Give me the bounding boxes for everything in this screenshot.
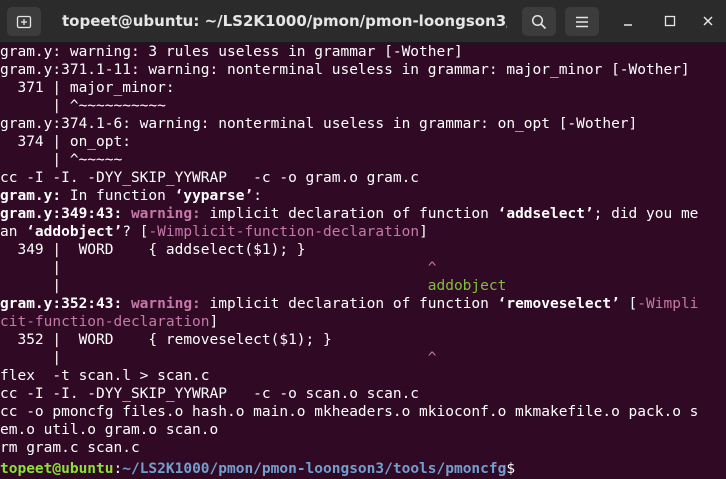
output-line: cc -o pmoncfg files.o hash.o main.o mkhe… — [0, 404, 699, 420]
output-line: gram.y: In function ‘yyparse’: — [0, 187, 726, 205]
search-icon — [531, 14, 547, 29]
close-button[interactable] — [697, 10, 719, 32]
search-button[interactable] — [522, 7, 556, 36]
function-name: ‘yyparse’ — [174, 188, 254, 204]
warning-label: warning: — [122, 296, 201, 312]
output-line: cit-function-declaration] — [0, 313, 726, 331]
warning-flag: -Wimplicit-function-declaration — [148, 224, 420, 240]
file-ref: gram.y: — [0, 188, 62, 204]
minimize-button[interactable] — [617, 10, 639, 32]
output-line: gram.y:371.1-11: warning: nonterminal us… — [0, 62, 690, 78]
hamburger-menu-icon — [576, 16, 588, 27]
close-icon — [703, 16, 713, 26]
output-line: an ‘addobject’? [-Wimplicit-function-dec… — [0, 223, 726, 241]
prompt-path: ~/LS2K1000/pmon/pmon-loongson3/tools/pmo… — [122, 461, 507, 477]
output-line: | addobject — [0, 277, 726, 295]
output-line: 374 | on_opt: — [0, 134, 131, 150]
output-line: 352 | WORD { removeselect($1); } — [0, 332, 332, 348]
maximize-button[interactable] — [659, 10, 681, 32]
output-line: flex -t scan.l > scan.c — [0, 368, 210, 384]
gutter: | — [0, 260, 428, 276]
message-text: ] — [419, 224, 428, 240]
output-line: cc -I -I. -DYY_SKIP_YYWRAP -c -o gram.o … — [0, 170, 420, 186]
new-tab-icon — [16, 15, 32, 28]
title-bar: topeet@ubuntu: ~/LS2K1000/pmon/pmon-loon… — [0, 0, 726, 43]
output-line: | ^ — [0, 259, 726, 277]
warning-flag: -Wimpli — [637, 296, 699, 312]
message-text: [ — [619, 296, 638, 312]
prompt-user: topeet@ubuntu — [0, 461, 114, 477]
terminal-output[interactable]: gram.y: warning: 3 rules useless in gram… — [0, 43, 726, 479]
output-line: | ^~~~~~ — [0, 152, 123, 168]
fixit-hint: addobject — [427, 278, 507, 294]
output-line: gram.y:349:43: warning: implicit declara… — [0, 205, 726, 223]
gutter: | — [0, 278, 428, 294]
output-line: gram.y: warning: 3 rules useless in gram… — [0, 44, 463, 60]
output-line: cc -I -I. -DYY_SKIP_YYWRAP -c -o scan.o … — [0, 386, 420, 402]
file-ref: gram.y:349:43: — [0, 206, 123, 222]
output-line: | ^~~~~~~~~~~ — [0, 98, 166, 114]
prompt-separator: : — [113, 461, 123, 477]
caret-marker: ^ — [427, 350, 437, 366]
menu-button[interactable] — [565, 7, 599, 36]
output-line: | ^ — [0, 349, 726, 367]
output-line: gram.y:374.1-6: warning: nonterminal use… — [0, 116, 638, 132]
message-text: an — [0, 224, 27, 240]
output-line: 371 | major_minor: — [0, 80, 175, 96]
maximize-icon — [664, 15, 676, 27]
function-name: ‘addselect’ — [497, 206, 594, 222]
output-line: rm gram.c scan.c — [0, 440, 140, 456]
warning-label: warning: — [122, 206, 201, 222]
message-text: ; did you me — [593, 206, 699, 222]
function-name: ‘addobject’ — [26, 224, 123, 240]
message-text: implicit declaration of function — [200, 206, 498, 222]
new-tab-button[interactable] — [7, 7, 41, 36]
message-text: : — [253, 188, 262, 204]
output-line: 349 | WORD { addselect($1); } — [0, 242, 306, 258]
minimize-icon — [624, 24, 632, 26]
output-line: em.o util.o gram.o scan.o — [0, 422, 219, 438]
function-name: ‘removeselect’ — [497, 296, 620, 312]
output-line: gram.y:352:43: warning: implicit declara… — [0, 295, 726, 313]
caret-marker: ^ — [427, 260, 437, 276]
message-text: ] — [209, 314, 219, 330]
text-cursor — [515, 457, 524, 473]
message-text: In function — [61, 188, 175, 204]
file-ref: gram.y:352:43: — [0, 296, 123, 312]
shell-prompt[interactable]: topeet@ubuntu:~/LS2K1000/pmon/pmon-loong… — [0, 457, 726, 477]
message-text: ? [ — [122, 224, 149, 240]
message-text: implicit declaration of function — [200, 296, 498, 312]
warning-flag: cit-function-declaration — [0, 314, 210, 330]
gutter: | — [0, 350, 428, 366]
window-title: topeet@ubuntu: ~/LS2K1000/pmon/pmon-loon… — [62, 12, 507, 30]
prompt-symbol: $ — [506, 461, 516, 477]
